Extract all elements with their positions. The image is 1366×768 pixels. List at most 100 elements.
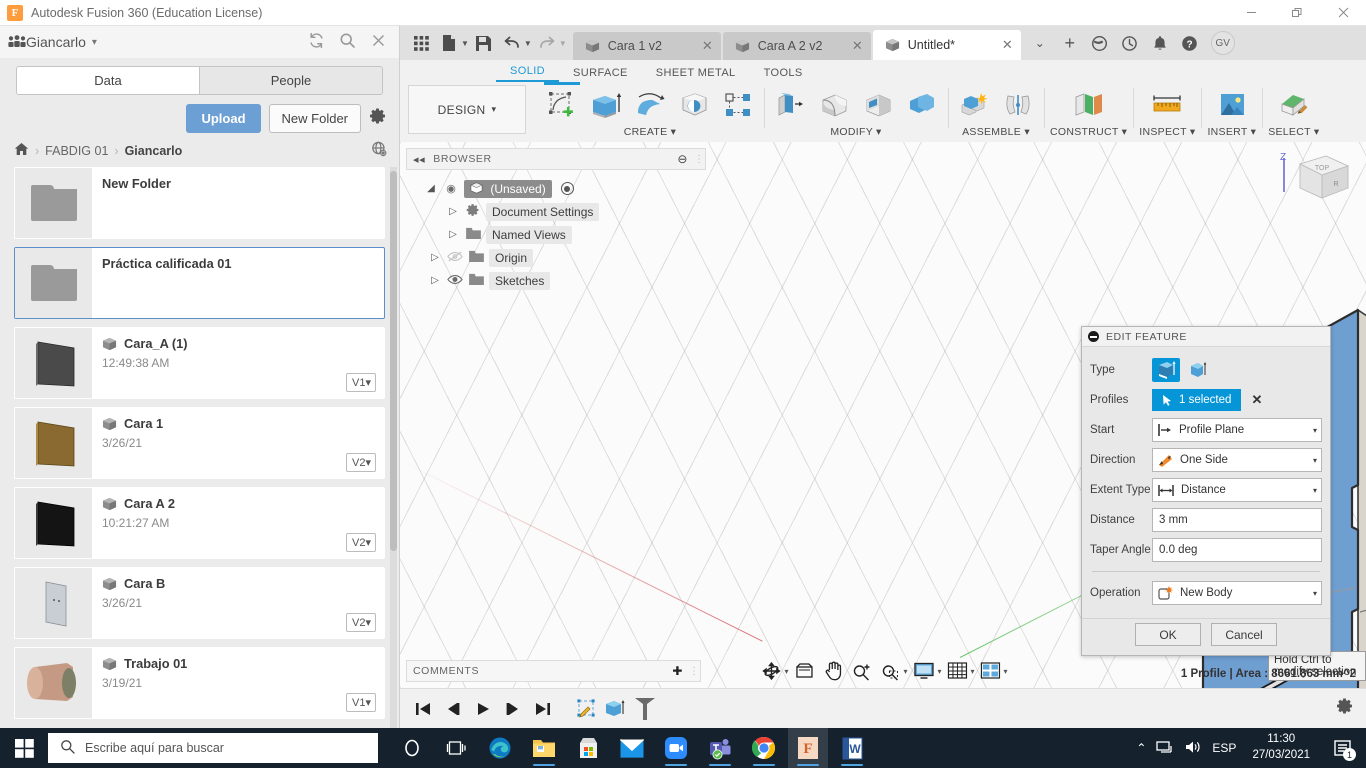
mail-icon[interactable] bbox=[612, 728, 652, 768]
extrude-feature-icon[interactable] bbox=[602, 696, 628, 722]
chevron-down-icon[interactable]: ▾ bbox=[971, 667, 975, 676]
insert-image-icon[interactable] bbox=[1212, 86, 1252, 124]
collapse-icon[interactable] bbox=[1088, 331, 1099, 342]
network-icon[interactable] bbox=[1156, 739, 1174, 758]
input-language[interactable]: ESP bbox=[1212, 741, 1236, 755]
zoom-icon[interactable] bbox=[656, 728, 696, 768]
extrude-icon[interactable] bbox=[586, 86, 626, 124]
app-grid-icon[interactable] bbox=[408, 30, 434, 56]
go-to-end-icon[interactable] bbox=[530, 696, 556, 722]
extent-type-select[interactable]: Distance ▾ bbox=[1152, 478, 1322, 502]
ribbon-group-label-create[interactable]: CREATE ▾ bbox=[624, 126, 676, 142]
visibility-off-icon[interactable] bbox=[447, 251, 463, 265]
item-version[interactable]: V1▾ bbox=[346, 693, 376, 712]
bell-icon[interactable] bbox=[1145, 29, 1175, 57]
pattern-icon[interactable] bbox=[718, 86, 758, 124]
windows-start-icon[interactable] bbox=[0, 728, 48, 768]
comments-resize-grip[interactable]: ⋮ bbox=[689, 666, 694, 677]
item-version[interactable]: V1▾ bbox=[346, 373, 376, 392]
ribbon-tab-tools[interactable]: TOOLS bbox=[750, 65, 817, 82]
twisty-icon[interactable]: ◢ bbox=[424, 183, 438, 194]
search-icon[interactable] bbox=[339, 32, 356, 53]
tab-overflow-button[interactable]: ⌄ bbox=[1025, 29, 1055, 57]
action-center-icon[interactable]: 1 bbox=[1326, 728, 1360, 768]
display-settings-icon[interactable] bbox=[910, 658, 937, 684]
close-button[interactable] bbox=[1320, 0, 1366, 26]
ribbon-group-label-inspect[interactable]: INSPECT ▾ bbox=[1139, 126, 1195, 142]
step-back-icon[interactable] bbox=[440, 696, 466, 722]
go-to-beginning-icon[interactable] bbox=[410, 696, 436, 722]
shell-icon[interactable] bbox=[858, 86, 898, 124]
close-icon[interactable]: ✕ bbox=[852, 38, 863, 54]
zoom-window-icon[interactable] bbox=[877, 658, 903, 684]
gear-icon[interactable] bbox=[1336, 697, 1354, 720]
twisty-icon[interactable]: ▷ bbox=[446, 206, 460, 217]
chevron-down-icon[interactable]: ▼ bbox=[559, 39, 567, 48]
chevron-down-icon[interactable]: ▼ bbox=[461, 39, 469, 48]
item-version[interactable]: V2▾ bbox=[346, 453, 376, 472]
item-version[interactable]: V2▾ bbox=[346, 533, 376, 552]
chevron-down-icon[interactable]: ▾ bbox=[92, 37, 97, 48]
tab-cara-a-2-v2[interactable]: Cara A 2 v2 ✕ bbox=[723, 32, 871, 60]
pan-icon[interactable] bbox=[820, 658, 845, 684]
close-icon[interactable] bbox=[370, 32, 387, 53]
twisty-icon[interactable]: ▷ bbox=[446, 229, 460, 240]
ribbon-group-label-select[interactable]: SELECT ▾ bbox=[1268, 126, 1319, 142]
minimize-button[interactable] bbox=[1228, 0, 1274, 26]
job-status-icon[interactable] bbox=[1085, 29, 1115, 57]
ok-button[interactable]: OK bbox=[1135, 623, 1201, 646]
taper-angle-input[interactable]: 0.0 deg bbox=[1152, 538, 1322, 562]
volume-icon[interactable] bbox=[1184, 739, 1202, 758]
comments-panel[interactable]: COMMENTS ✚ ⋮ bbox=[406, 660, 701, 682]
new-folder-button[interactable]: New Folder bbox=[269, 104, 361, 133]
start-select[interactable]: Profile Plane ▾ bbox=[1152, 418, 1322, 442]
extrude-manipulator[interactable] bbox=[1360, 560, 1366, 630]
play-icon[interactable] bbox=[470, 696, 496, 722]
close-icon[interactable]: ✕ bbox=[702, 38, 713, 54]
avatar[interactable]: GV bbox=[1211, 31, 1235, 55]
sweep-icon[interactable] bbox=[674, 86, 714, 124]
add-comment-icon[interactable]: ✚ bbox=[672, 664, 683, 678]
tab-data[interactable]: Data bbox=[17, 67, 199, 94]
panel-resize-grip[interactable]: ⋮ bbox=[694, 154, 699, 165]
revolve-icon[interactable] bbox=[630, 86, 670, 124]
edit-feature-dialog[interactable]: EDIT FEATURE Type bbox=[1081, 326, 1331, 656]
home-icon[interactable] bbox=[14, 142, 29, 159]
visibility-icon[interactable]: ◉ bbox=[443, 182, 459, 195]
ribbon-tab-sheet-metal[interactable]: SHEET METAL bbox=[642, 65, 750, 82]
ribbon-tab-solid[interactable]: SOLID bbox=[496, 63, 559, 82]
distance-input[interactable]: 3 mm bbox=[1152, 508, 1322, 532]
cancel-button[interactable]: Cancel bbox=[1211, 623, 1277, 646]
list-item[interactable]: Trabajo 01 3/19/21 V1▾ bbox=[14, 647, 385, 719]
fillet-icon[interactable] bbox=[814, 86, 854, 124]
ribbon-tab-surface[interactable]: SURFACE bbox=[559, 65, 642, 82]
sketch-feature-icon[interactable] bbox=[574, 696, 600, 722]
help-icon[interactable]: ? bbox=[1175, 29, 1205, 57]
item-version[interactable]: V2▾ bbox=[346, 613, 376, 632]
microsoft-store-icon[interactable] bbox=[568, 728, 608, 768]
collapse-left-icon[interactable]: ◂◂ bbox=[413, 153, 425, 166]
list-item[interactable]: Cara A 2 10:21:27 AM V2▾ bbox=[14, 487, 385, 559]
breadcrumb-item-folder[interactable]: Giancarlo bbox=[125, 144, 183, 158]
teams-icon[interactable] bbox=[700, 728, 740, 768]
edge-icon[interactable] bbox=[480, 728, 520, 768]
save-icon[interactable] bbox=[471, 30, 497, 56]
list-item[interactable]: New Folder bbox=[14, 167, 385, 239]
tree-node-unsaved[interactable]: ◢ ◉ (Unsaved) bbox=[406, 177, 706, 200]
orbit-icon[interactable] bbox=[758, 658, 784, 684]
joint-icon[interactable] bbox=[998, 86, 1038, 124]
viewport[interactable]: 3.00 Hold Ctrl to modify selection 3 ⋮⋮ … bbox=[400, 142, 1366, 688]
tab-cara-1-v2[interactable]: Cara 1 v2 ✕ bbox=[573, 32, 721, 60]
new-document-icon[interactable] bbox=[436, 30, 462, 56]
ribbon-group-label-modify[interactable]: MODIFY ▾ bbox=[830, 126, 881, 142]
look-at-icon[interactable] bbox=[791, 658, 817, 684]
maximize-button[interactable] bbox=[1274, 0, 1320, 26]
ribbon-group-label-construct[interactable]: CONSTRUCT ▾ bbox=[1050, 126, 1127, 142]
refresh-icon[interactable] bbox=[308, 32, 325, 53]
new-tab-button[interactable]: + bbox=[1055, 29, 1085, 57]
close-icon[interactable]: ✕ bbox=[1002, 37, 1013, 53]
measure-icon[interactable] bbox=[1147, 86, 1187, 124]
tab-people[interactable]: People bbox=[199, 67, 382, 94]
zoom-icon[interactable] bbox=[848, 658, 874, 684]
extrude-taper-icon[interactable] bbox=[1184, 358, 1212, 382]
